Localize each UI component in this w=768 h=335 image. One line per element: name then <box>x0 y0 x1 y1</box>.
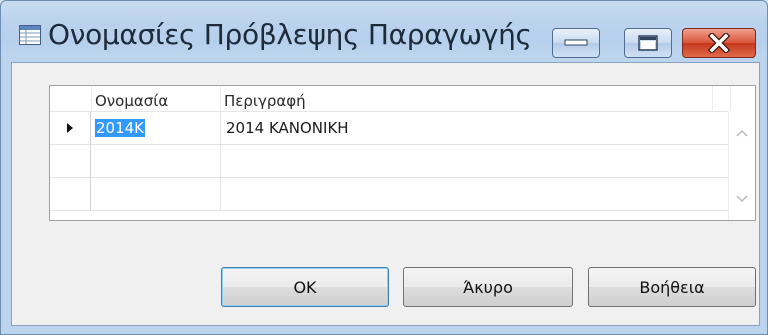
ok-button[interactable]: OK <box>221 267 389 307</box>
row-description-cell[interactable]: 2014 KANONIKH <box>226 119 349 137</box>
row-code-cell[interactable]: 2014K <box>95 119 146 137</box>
vertical-scrollbar[interactable] <box>728 111 755 220</box>
grid-header: Ονομασία Περιγραφή <box>50 86 755 112</box>
maximize-icon <box>638 35 658 51</box>
minimize-icon <box>564 39 588 46</box>
row-selector[interactable] <box>50 178 91 210</box>
selected-text: 2014K <box>95 119 146 137</box>
help-button[interactable]: Βοήθεια <box>588 267 756 307</box>
minimize-button[interactable] <box>552 28 600 58</box>
cancel-button[interactable]: Άκυρο <box>403 267 573 307</box>
row-selector[interactable] <box>50 145 91 177</box>
row-pointer-icon <box>67 123 73 133</box>
close-icon <box>707 33 731 53</box>
scroll-down-icon[interactable] <box>736 195 748 203</box>
names-grid[interactable]: Ονομασία Περιγραφή 2014K 2014 KANONIKH <box>49 85 756 221</box>
maximize-button[interactable] <box>624 28 672 58</box>
scroll-up-icon[interactable] <box>736 129 748 137</box>
close-button[interactable] <box>682 28 756 58</box>
dialog-content: Ονομασία Περιγραφή 2014K 2014 KANONIKH O… <box>11 62 760 326</box>
row-selector[interactable] <box>50 112 91 144</box>
table-row[interactable] <box>50 178 729 211</box>
window-title: Ονομασίες Πρόβλεψης Παραγωγής <box>48 18 532 51</box>
grid-window-icon[interactable] <box>19 25 41 45</box>
title-bar[interactable]: Ονομασίες Πρόβλεψης Παραγωγής <box>1 1 767 61</box>
dialog-window: Ονομασίες Πρόβλεψης Παραγωγής Ονομασία Π… <box>0 0 768 335</box>
table-row[interactable]: 2014K 2014 KANONIKH <box>50 112 729 145</box>
column-header-code[interactable]: Ονομασία <box>95 92 168 110</box>
column-header-description[interactable]: Περιγραφή <box>224 92 306 110</box>
table-row[interactable] <box>50 145 729 178</box>
